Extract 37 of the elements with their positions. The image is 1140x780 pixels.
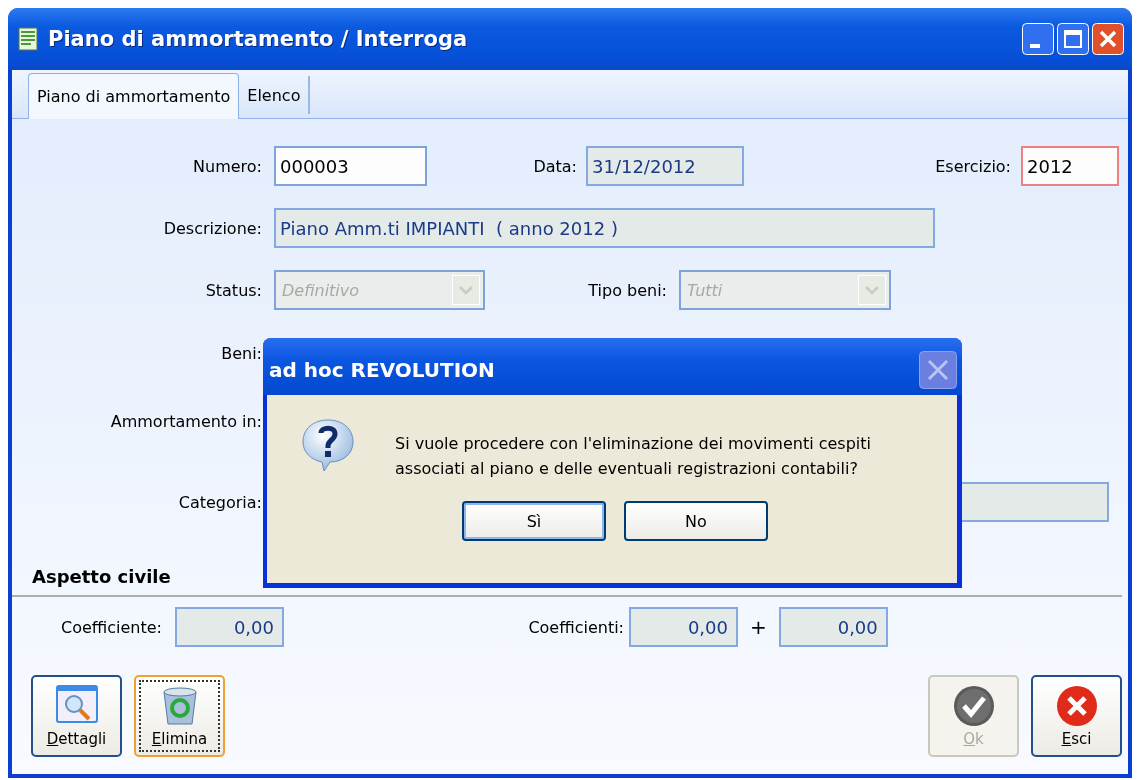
maximize-icon[interactable]	[1057, 23, 1089, 55]
field-label: Coefficienti:	[527, 617, 624, 637]
field-label: Status:	[204, 280, 262, 300]
number-field[interactable]: 0,00	[175, 607, 284, 647]
field-label: Coefficiente:	[60, 617, 162, 637]
field-label: Data:	[532, 156, 577, 176]
question-icon	[300, 417, 356, 473]
document-icon	[18, 27, 38, 51]
dialog-message: Si vuole procedere con l'eliminazione dei movimenti cespiti associati al piano e delle eventuali registrazioni contabili?	[395, 433, 871, 480]
window-title: Piano di ammortamento / Interroga	[48, 27, 469, 51]
field-label: Descrizione:	[162, 218, 262, 238]
plus-sign: +	[750, 615, 767, 639]
input-field[interactable]: Piano Amm.ti IMPIANTI ( anno 2012 )	[274, 208, 935, 248]
toolbar-button[interactable]: Dettagli	[31, 675, 122, 757]
field-label: Beni:	[220, 343, 262, 363]
close-icon[interactable]	[919, 350, 957, 389]
tab[interactable]: Piano di ammortamento	[28, 73, 240, 119]
input-field[interactable]: 31/12/2012	[586, 146, 744, 186]
number-field[interactable]: 0,00	[778, 607, 888, 647]
input-field[interactable]: 000003	[274, 146, 427, 186]
input-field[interactable]: 2012	[1021, 146, 1119, 186]
dialog-button[interactable]: No	[624, 501, 768, 541]
toolbar-button[interactable]: Elimina	[134, 675, 225, 757]
dialog-title: ad hoc REVOLUTION	[269, 357, 495, 382]
cross-circle-icon	[1054, 684, 1099, 728]
checkmark-icon	[951, 684, 996, 728]
toolbar-button[interactable]: Esci	[1031, 675, 1122, 757]
field-label: Ammortamento in:	[109, 411, 262, 431]
tab[interactable]: Elenco	[239, 76, 311, 114]
section-title: Aspetto civile	[32, 565, 171, 587]
number-field[interactable]: 0,00	[629, 607, 738, 647]
dialog-button[interactable]: Sì	[462, 501, 606, 541]
field-label: Numero:	[192, 156, 262, 176]
field-label: Esercizio:	[934, 156, 1011, 176]
minimize-icon[interactable]	[1022, 23, 1054, 55]
field-label: Categoria:	[177, 492, 262, 512]
field-label: Tipo beni:	[587, 280, 667, 300]
